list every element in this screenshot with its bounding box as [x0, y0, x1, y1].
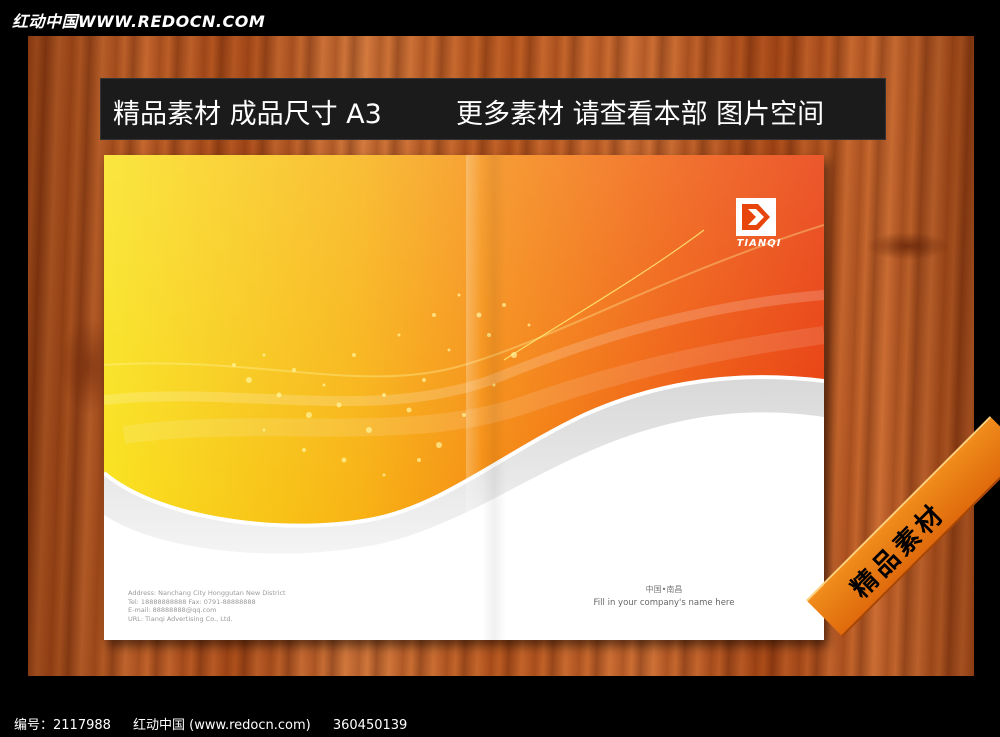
brochure-cover: TIANQI Address: Nanchang City Honggutan … — [104, 155, 824, 640]
contact-block: Address: Nanchang City Honggutan New Dis… — [128, 589, 286, 623]
logo-icon — [736, 198, 776, 236]
info-banner: 精品素材 成品尺寸 A3 更多素材 请查看本部 图片空间 — [100, 78, 886, 140]
footer-bar: 编号：2117988 红动中国 (www.redocn.com) 3604501… — [14, 714, 425, 733]
contact-line: Address: Nanchang City Honggutan New Dis… — [128, 589, 286, 597]
logo-text: TIANQI — [736, 238, 782, 249]
contact-line: Tel: 18888888888 Fax: 0791-88888888 — [128, 597, 256, 606]
footer-id: 编号：2117988 — [14, 718, 111, 733]
banner-text-right: 更多素材 请查看本部 图片空间 — [456, 99, 825, 130]
contact-line: E-mail: 88888888@qq.com — [128, 606, 217, 614]
company-name-placeholder: Fill in your company's name here — [593, 598, 735, 608]
cover-artwork — [104, 155, 824, 554]
footer-site: 红动中国 (www.redocn.com) — [133, 718, 311, 733]
footer-number: 360450139 — [332, 718, 408, 733]
contact-line: URL: Tianqi Advertising Co., Ltd. — [128, 614, 233, 623]
spine-fold — [466, 155, 506, 640]
site-watermark: 红动中国WWW.REDOCN.COM — [12, 12, 266, 31]
light-overlay — [104, 155, 824, 528]
banner-text-left: 精品素材 成品尺寸 A3 — [113, 99, 382, 130]
top-bar: 红动中国WWW.REDOCN.COM — [0, 0, 1000, 36]
city-label: 中国•南昌 — [645, 585, 683, 594]
